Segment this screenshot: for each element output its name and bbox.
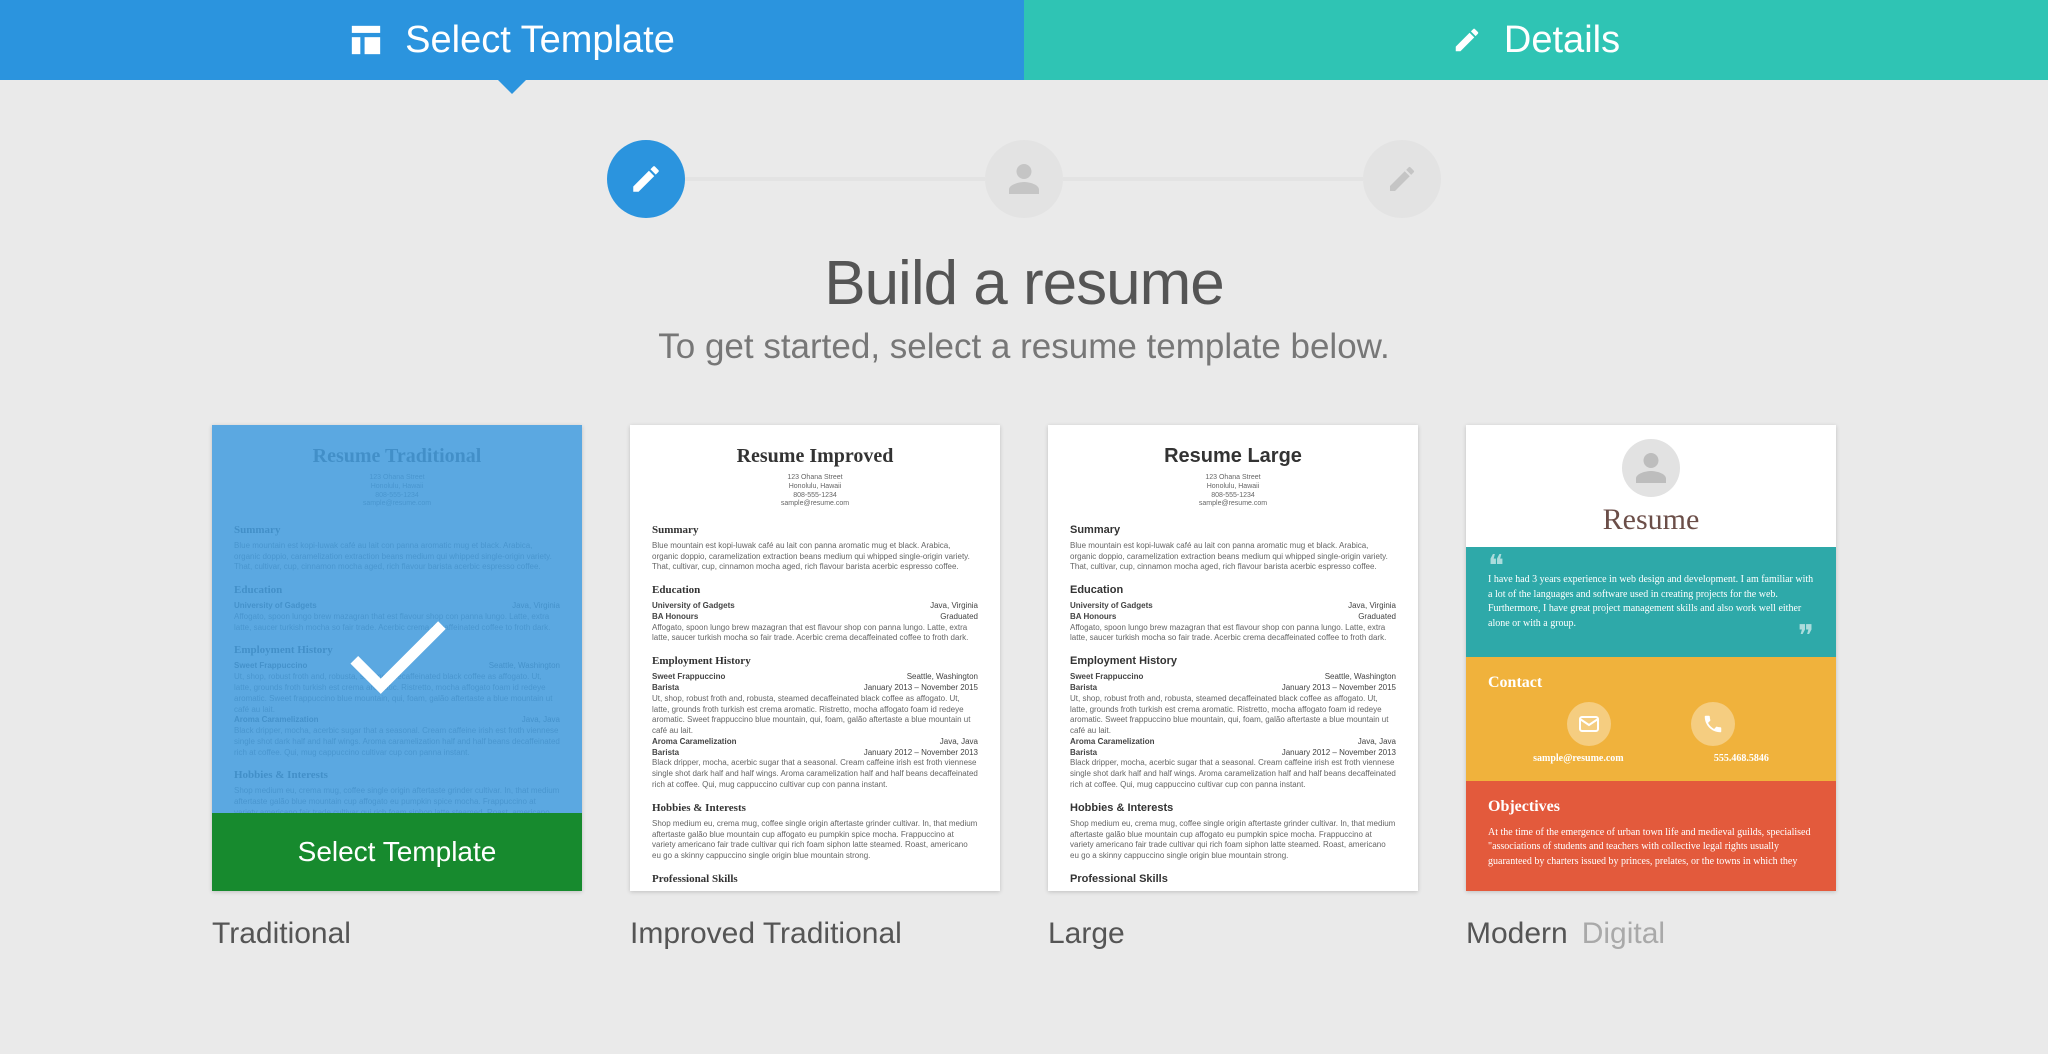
resume-preview: Resume ❝ I have had 3 years experience i… [1466,425,1836,891]
step-connector [1063,177,1363,181]
template-caption: Large [1048,917,1418,951]
template-caption: Traditional [212,917,582,951]
template-grid: Resume Traditional 123 Ohana Street Hono… [0,425,2048,951]
step-connector [685,177,985,181]
top-tabs: Select Template Details [0,0,2048,80]
template-card-modern[interactable]: Resume ❝ I have had 3 years experience i… [1466,425,1836,951]
template-grid-icon [349,23,383,57]
check-icon [332,591,462,726]
tab-details[interactable]: Details [1024,0,2048,80]
user-icon [1006,161,1042,197]
step-1[interactable] [607,140,685,218]
template-thumb[interactable]: Resume Traditional 123 Ohana Street Hono… [212,425,582,891]
tab-select-template[interactable]: Select Template [0,0,1024,80]
step-2[interactable] [985,140,1063,218]
template-caption: Modern Digital [1466,917,1836,951]
pencil-icon [1452,25,1482,55]
resume-preview: Resume Large 123 Ohana Street Honolulu, … [1048,425,1418,891]
progress-stepper [0,140,2048,218]
template-card-large[interactable]: Resume Large 123 Ohana Street Honolulu, … [1048,425,1418,951]
template-thumb[interactable]: Resume Improved 123 Ohana Street Honolul… [630,425,1000,891]
mail-icon [1567,702,1611,746]
pencil-icon [1386,163,1418,195]
template-card-traditional[interactable]: Resume Traditional 123 Ohana Street Hono… [212,425,582,951]
resume-preview: Resume Improved 123 Ohana Street Honolul… [630,425,1000,891]
tab-select-template-label: Select Template [405,19,675,62]
tab-details-label: Details [1504,19,1620,62]
step-3[interactable] [1363,140,1441,218]
select-template-button[interactable]: Select Template [212,813,582,891]
template-caption: Improved Traditional [630,917,1000,951]
close-quote-icon: ❞ [1488,631,1814,643]
phone-icon [1691,702,1735,746]
template-card-improved-traditional[interactable]: Resume Improved 123 Ohana Street Honolul… [630,425,1000,951]
page-title: Build a resume [0,248,2048,319]
page-subtitle: To get started, select a resume template… [0,327,2048,367]
template-thumb[interactable]: Resume ❝ I have had 3 years experience i… [1466,425,1836,891]
template-thumb[interactable]: Resume Large 123 Ohana Street Honolulu, … [1048,425,1418,891]
open-quote-icon: ❝ [1488,561,1814,573]
avatar-icon [1622,439,1680,497]
page-headings: Build a resume To get started, select a … [0,248,2048,367]
